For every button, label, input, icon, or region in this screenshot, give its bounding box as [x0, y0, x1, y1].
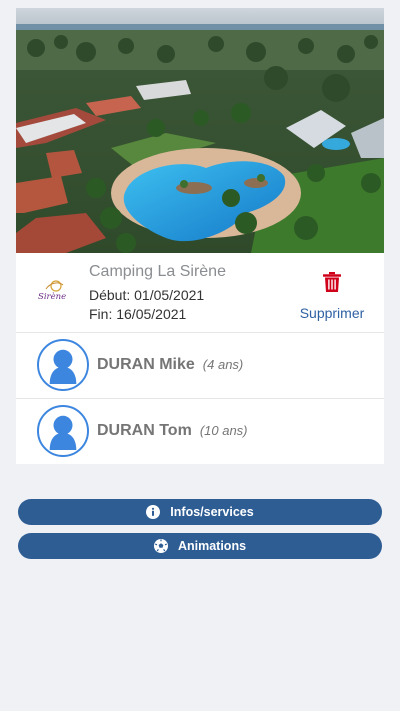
svg-text:Sirène: Sirène [38, 291, 66, 302]
info-services-label: Infos/services [170, 505, 254, 519]
trash-icon [323, 272, 341, 292]
info-circle-icon [146, 505, 161, 519]
child-age: (4 ans) [202, 357, 244, 372]
info-services-button[interactable]: Infos/services [18, 499, 382, 525]
end-date: Fin: 16/05/2021 [89, 306, 187, 322]
child-age: (10 ans) [199, 423, 248, 438]
animations-button[interactable]: Animations [18, 533, 382, 559]
campsite-logo: Sirène [38, 280, 66, 302]
child-name: DURAN Mike [97, 356, 195, 373]
campsite-aerial-photo [16, 8, 384, 253]
delete-label: Supprimer [299, 305, 365, 321]
start-date: Début: 01/05/2021 [89, 287, 205, 303]
child-avatar-icon [37, 339, 89, 391]
child-avatar-icon [37, 405, 89, 457]
booking-card: Sirène Camping La Sirène Début: 01/05/20… [16, 8, 384, 464]
delete-booking-button[interactable]: Supprimer [296, 272, 368, 322]
campsite-name: Camping La Sirène [89, 263, 226, 280]
child-row[interactable]: DURAN Mike (4 ans) [16, 335, 384, 395]
child-name: DURAN Tom [97, 422, 192, 439]
soccer-ball-icon [153, 539, 168, 553]
divider [16, 398, 384, 399]
divider [16, 332, 384, 333]
animations-label: Animations [177, 539, 247, 553]
child-row[interactable]: DURAN Tom (10 ans) [16, 401, 384, 461]
